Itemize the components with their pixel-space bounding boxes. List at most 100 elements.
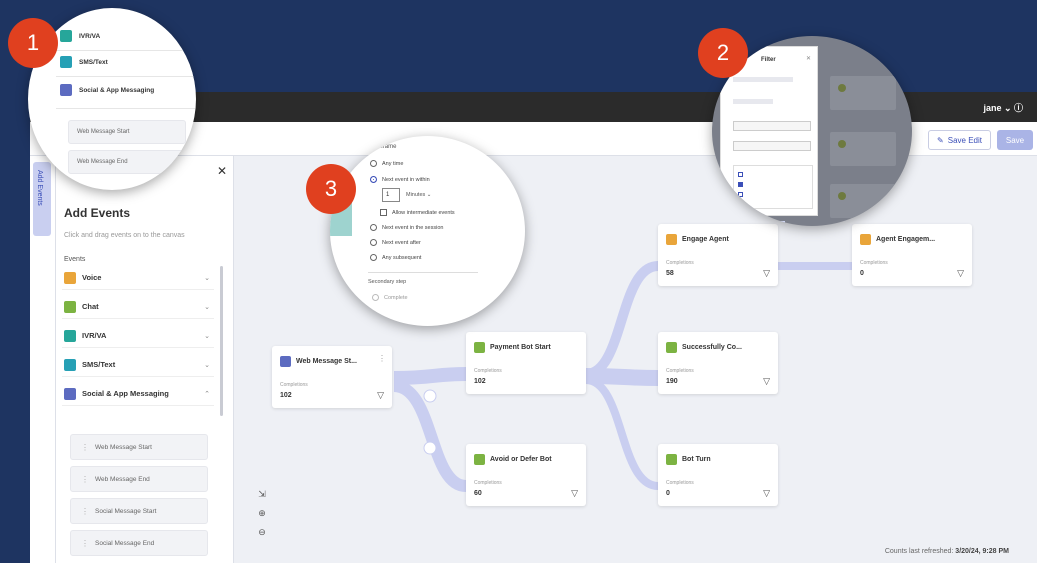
drag-handle-icon: ⋮	[81, 442, 89, 452]
panel-scrollbar[interactable]	[220, 266, 223, 416]
zoom-in-icon[interactable]: ⊕	[256, 507, 268, 519]
divider	[368, 272, 478, 273]
secondary-step-value: Complete	[384, 294, 408, 301]
minutes-select: Minutes ⌄	[406, 192, 432, 198]
node-title: Engage Agent	[682, 236, 729, 243]
edit-button[interactable]: ✎ Save Edit	[928, 130, 991, 150]
event-ivr[interactable]: IVR/VA ⌄	[62, 324, 214, 348]
filter-icon[interactable]: ▽	[763, 488, 770, 499]
counts-refreshed: Counts last refreshed: 3/20/24, 9:28 PM	[885, 548, 1009, 555]
timeframe-option: Next event in within	[370, 176, 430, 183]
filter-field	[733, 121, 811, 131]
close-icon[interactable]: ✕	[217, 164, 227, 178]
node-metric-value: 58	[666, 270, 674, 277]
sub-event-item[interactable]: ⋮ Web Message End	[70, 466, 208, 492]
add-events-tab-label: Add Events	[36, 170, 43, 206]
event-label: Voice	[82, 273, 102, 282]
node-avoid-defer[interactable]: Avoid or Defer Bot Completions 60 ▽	[466, 444, 586, 506]
timeframe-option-label: Next event in the session	[382, 224, 444, 231]
refreshed-value: 3/20/24, 9:28 PM	[955, 548, 1009, 555]
flow-count-icon	[423, 389, 437, 403]
radio-icon	[370, 254, 377, 261]
node-payment-bot[interactable]: Payment Bot Start Completions 102	[466, 332, 586, 394]
secondary-step-label: Secondary step	[368, 279, 407, 285]
magnifier-timeframe: Timeframe Any time Next event in within …	[330, 136, 525, 326]
voice-icon	[666, 234, 677, 245]
node-metric-value: 102	[280, 392, 292, 399]
background-node	[830, 76, 896, 110]
background-node	[830, 184, 896, 218]
node-title: Avoid or Defer Bot	[490, 456, 552, 463]
user-menu[interactable]: jane ⌄ ⓘ	[983, 101, 1023, 114]
status-dot	[838, 192, 846, 200]
node-metric-label: Completions	[280, 382, 308, 388]
event-sms[interactable]: SMS/Text ⌄	[62, 353, 214, 377]
node-web-message[interactable]: Web Message St... ⋮ Completions 102 ▽	[272, 346, 392, 408]
sub-event-label: Web Message End	[95, 475, 150, 483]
pencil-icon: ✎	[937, 135, 944, 145]
filter-icon[interactable]: ▽	[377, 390, 384, 401]
event-social[interactable]: Social & App Messaging ⌃	[62, 382, 214, 406]
panel-description: Click and drag events on to the canvas	[64, 232, 185, 239]
filter-icon[interactable]: ▽	[763, 268, 770, 279]
magnified-sub-event: Web Message End	[68, 150, 186, 174]
timeframe-option-label: Any subsequent	[382, 254, 422, 261]
save-button[interactable]: Save	[997, 130, 1033, 150]
node-metric-label: Completions	[474, 368, 502, 374]
sub-event-item[interactable]: ⋮ Social Message End	[70, 530, 208, 556]
zoom-out-icon[interactable]: ⊖	[256, 526, 268, 538]
node-metric-label: Completions	[666, 368, 694, 374]
filter-icon[interactable]: ▽	[957, 268, 964, 279]
more-icon[interactable]: ⋮	[378, 354, 386, 363]
drag-handle-icon: ⋮	[81, 506, 89, 516]
timeframe-number: 1	[382, 188, 400, 202]
divider	[56, 76, 196, 77]
social-icon	[280, 356, 291, 367]
flow-count-icon	[423, 441, 437, 455]
radio-icon	[372, 294, 379, 301]
social-icon	[60, 84, 72, 96]
node-title: Web Message St...	[296, 358, 357, 365]
add-events-tab[interactable]: Add Events	[33, 162, 51, 236]
event-voice[interactable]: Voice ⌄	[62, 266, 214, 290]
flow-payment-botturn	[585, 376, 659, 490]
sub-event-item[interactable]: ⋮ Social Message Start	[70, 498, 208, 524]
chevron-down-icon: ⌄	[204, 274, 210, 282]
refreshed-label: Counts last refreshed:	[884, 548, 954, 555]
filter-icon[interactable]: ▽	[571, 488, 578, 499]
node-metric-label: Completions	[666, 480, 694, 486]
timeframe-option: Any time	[370, 160, 403, 167]
event-label: Chat	[82, 302, 99, 311]
node-engage-agent[interactable]: Engage Agent Completions 58 ▽	[658, 224, 778, 286]
ivr-icon	[64, 329, 76, 342]
magnified-event-label: IVR/VA	[79, 32, 101, 40]
add-events-panel: ✕ Add Events Click and drag events on to…	[56, 156, 234, 563]
divider	[56, 50, 196, 51]
radio-icon	[370, 160, 377, 167]
checkbox-icon	[738, 172, 743, 177]
sub-event-item[interactable]: ⋮ Web Message Start	[70, 434, 208, 460]
node-successfully[interactable]: Successfully Co... Completions 190 ▽	[658, 332, 778, 394]
node-bot-turn[interactable]: Bot Turn Completions 0 ▽	[658, 444, 778, 506]
sub-event-label: Social Message End	[95, 539, 155, 547]
chat-icon	[64, 300, 76, 313]
filter-icon[interactable]: ▽	[763, 376, 770, 387]
checkbox-icon	[738, 182, 743, 187]
flow-payment-success	[585, 368, 659, 386]
fit-to-screen-icon[interactable]: ⇲	[256, 488, 268, 500]
sub-event-label: Social Message Start	[95, 507, 157, 515]
close-icon: ✕	[805, 56, 811, 62]
timeframe-option: Any subsequent	[370, 254, 421, 261]
node-agent-engagement[interactable]: Agent Engagem... Completions 0 ▽	[852, 224, 972, 286]
event-chat[interactable]: Chat ⌄	[62, 295, 214, 319]
node-metric-label: Completions	[666, 260, 694, 266]
node-metric-label: Completions	[860, 260, 888, 266]
chevron-up-icon: ⌃	[204, 390, 210, 398]
chevron-down-icon: ⌄	[204, 361, 210, 369]
intermediate-checkbox: Allow intermediate events	[380, 209, 455, 216]
magnified-event-row: IVR/VA	[60, 30, 100, 42]
magnified-event-row: Social & App Messaging	[60, 84, 154, 96]
node-metric-value: 60	[474, 490, 482, 497]
background-node	[830, 132, 896, 166]
voice-icon	[860, 234, 871, 245]
